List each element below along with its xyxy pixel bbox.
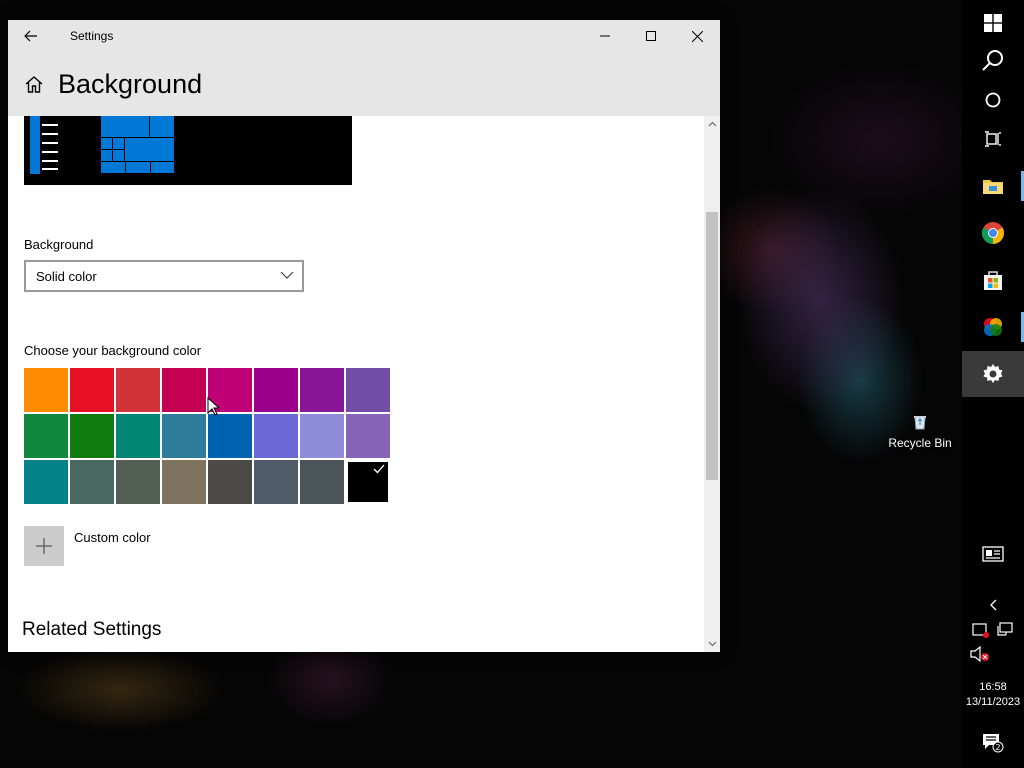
vertical-scrollbar[interactable]: [704, 116, 720, 652]
store-bag-icon: [984, 271, 1002, 290]
mouse-pointer-icon: [207, 397, 219, 416]
action-center-button[interactable]: 2: [962, 720, 1024, 766]
minimize-icon: [600, 35, 610, 37]
color-swatch[interactable]: [116, 368, 160, 412]
background-label: Background: [24, 237, 94, 252]
gear-icon: [983, 364, 1003, 383]
settings-content: Background Solid color Choose your backg…: [8, 116, 704, 652]
color-swatch[interactable]: [70, 414, 114, 458]
color-wheel-icon: [984, 318, 1002, 336]
task-view-icon: [985, 131, 1001, 147]
title-bar: Settings: [8, 20, 720, 52]
notification-count: 2: [995, 743, 1000, 752]
search-icon: [982, 50, 1003, 71]
chrome-icon: [982, 222, 1004, 244]
color-swatch[interactable]: [70, 460, 114, 504]
page-header: Background: [8, 52, 720, 116]
plus-icon: [36, 538, 52, 554]
back-button[interactable]: [8, 20, 54, 52]
cortana-circle-icon: [985, 92, 1001, 108]
color-swatch[interactable]: [300, 460, 344, 504]
color-swatch[interactable]: [24, 414, 68, 458]
home-button[interactable]: [8, 75, 60, 93]
window-title: Settings: [70, 29, 114, 43]
clock-time: 16:58: [979, 681, 1007, 693]
settings-taskbar-button[interactable]: [962, 351, 1024, 397]
chevron-left-icon: [990, 599, 997, 611]
recycle-bin-shortcut[interactable]: Recycle Bin: [884, 414, 956, 450]
color-swatch-grid: [24, 368, 390, 504]
color-app-button[interactable]: [962, 304, 1024, 350]
color-swatch[interactable]: [116, 414, 160, 458]
recycle-bin-icon: [914, 416, 926, 430]
chevron-down-icon: [708, 641, 716, 647]
chrome-button[interactable]: [962, 210, 1024, 256]
color-swatch[interactable]: [116, 460, 160, 504]
scroll-down-button[interactable]: [704, 636, 720, 652]
color-swatch[interactable]: [300, 368, 344, 412]
task-view-button[interactable]: [962, 116, 1024, 162]
color-swatch[interactable]: [24, 460, 68, 504]
scroll-thumb[interactable]: [706, 212, 718, 480]
color-swatch[interactable]: [254, 460, 298, 504]
color-swatch[interactable]: [346, 460, 390, 504]
notification-icon: 2: [983, 734, 1004, 753]
volume-muted-icon: [970, 646, 989, 662]
settings-window: Settings Background Background Solid col…: [8, 20, 720, 652]
home-icon: [25, 76, 43, 93]
custom-color-button[interactable]: Custom color: [24, 526, 151, 566]
chevron-up-icon: [708, 121, 716, 127]
minimize-button[interactable]: [582, 20, 628, 52]
color-swatch[interactable]: [162, 368, 206, 412]
clock-button[interactable]: 16:58 13/11/2023: [962, 672, 1024, 718]
page-title: Background: [58, 68, 203, 99]
related-settings-heading: Related Settings: [22, 619, 162, 640]
taskbar: 16:58 13/11/2023 2: [962, 0, 1024, 768]
desktop-preview: [24, 116, 352, 185]
back-arrow-icon: [24, 30, 37, 42]
color-swatch[interactable]: [346, 414, 390, 458]
custom-color-label: Custom color: [74, 530, 151, 545]
color-swatch[interactable]: [70, 368, 114, 412]
news-widget-button[interactable]: [962, 531, 1024, 577]
color-swatch[interactable]: [300, 414, 344, 458]
background-type-dropdown[interactable]: Solid color: [24, 260, 304, 292]
volume-button[interactable]: [962, 636, 1024, 672]
maximize-icon: [646, 31, 656, 41]
file-explorer-button[interactable]: [962, 163, 1024, 209]
color-swatch[interactable]: [254, 368, 298, 412]
maximize-button[interactable]: [628, 20, 674, 52]
color-swatch[interactable]: [24, 368, 68, 412]
scroll-up-button[interactable]: [704, 116, 720, 132]
clock-date: 13/11/2023: [965, 696, 1021, 708]
chevron-down-icon: [280, 271, 294, 279]
folder-icon: [983, 180, 1003, 194]
color-swatch[interactable]: [162, 460, 206, 504]
dropdown-value: Solid color: [36, 268, 97, 284]
windows-logo-icon: [984, 14, 1002, 32]
color-swatch[interactable]: [208, 414, 252, 458]
color-picker-label: Choose your background color: [24, 343, 202, 358]
color-swatch[interactable]: [208, 460, 252, 504]
color-swatch[interactable]: [346, 368, 390, 412]
recycle-bin-label: Recycle Bin: [888, 436, 952, 450]
custom-color-tile: [24, 526, 64, 566]
color-swatch[interactable]: [162, 414, 206, 458]
checkmark-icon: [373, 464, 385, 474]
news-icon: [982, 546, 1004, 562]
store-button[interactable]: [962, 257, 1024, 303]
close-icon: [691, 30, 703, 42]
color-swatch[interactable]: [254, 414, 298, 458]
close-button[interactable]: [674, 20, 720, 52]
